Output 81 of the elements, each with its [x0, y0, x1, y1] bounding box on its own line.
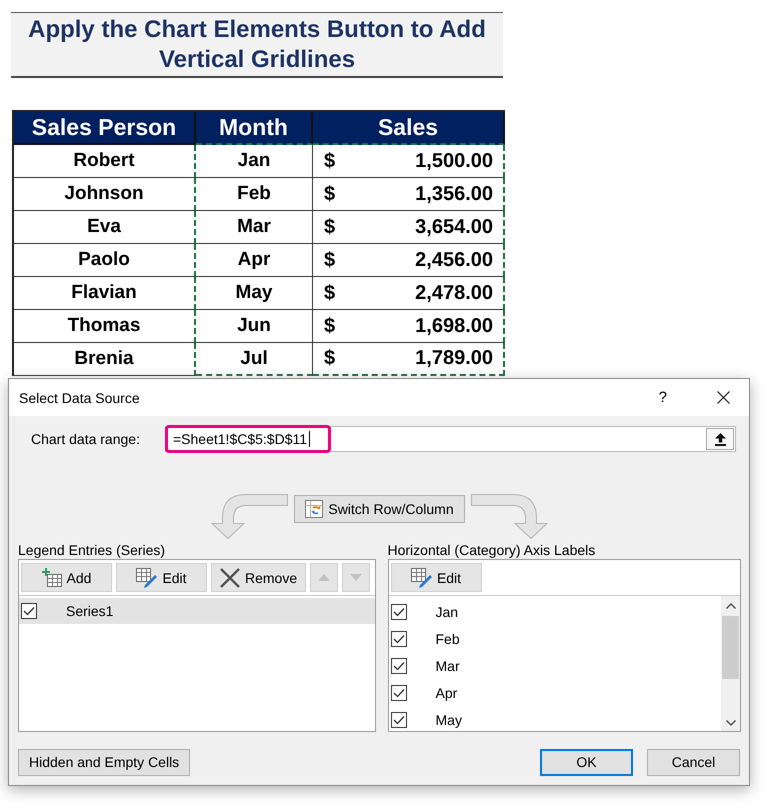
- currency-sign: $: [324, 282, 336, 304]
- chevron-up-icon[interactable]: [726, 603, 736, 609]
- hidden-empty-cells-button[interactable]: Hidden and Empty Cells: [18, 748, 190, 776]
- help-button[interactable]: ?: [654, 389, 671, 406]
- checkbox[interactable]: [390, 658, 406, 674]
- table-cell: Brenia: [14, 343, 196, 376]
- table-cell: Johnson: [14, 178, 196, 211]
- add-button[interactable]: Add: [21, 563, 112, 592]
- sales-amount: 3,654.00: [415, 216, 493, 238]
- item-label: Series1: [66, 603, 114, 619]
- column-header: Sales: [313, 112, 505, 145]
- remove-button[interactable]: Remove: [211, 563, 306, 592]
- triangle-up-icon: [318, 574, 330, 581]
- scrollbar-thumb[interactable]: [722, 616, 739, 679]
- cross-icon: [220, 568, 240, 588]
- scrollbar[interactable]: [721, 596, 740, 731]
- item-label: Mar: [436, 658, 460, 674]
- table-cell: Robert: [14, 145, 196, 178]
- currency-sign: $: [324, 347, 336, 370]
- range-value-text: =Sheet1!$C$5:$D$11: [173, 431, 308, 447]
- table-cell: May: [196, 277, 313, 310]
- column-header: Sales Person: [14, 112, 196, 145]
- triangle-down-icon: [350, 574, 362, 581]
- table-cell: Eva: [14, 211, 196, 244]
- currency-sign: $: [324, 248, 336, 272]
- switch-row-column-button[interactable]: Switch Row/Column: [294, 495, 465, 523]
- currency-sign: $: [324, 150, 336, 172]
- range-label: Chart data range:: [30, 431, 141, 447]
- curved-arrow-icon: [208, 493, 288, 539]
- item-label: Jan: [436, 604, 458, 620]
- item-label: May: [436, 712, 462, 728]
- arrow-up-icon: [714, 432, 726, 446]
- table-cell: Apr: [196, 244, 313, 277]
- curved-arrow-icon: [470, 493, 551, 539]
- list-item[interactable]: Series1: [19, 598, 374, 624]
- list-item[interactable]: Mar: [388, 652, 721, 679]
- sheet-title: Apply the Chart Elements Button to Add Vertical Gridlines: [11, 12, 503, 78]
- checkbox[interactable]: [21, 603, 37, 619]
- list-item[interactable]: Feb: [388, 625, 721, 652]
- section-label: Horizontal (Category) Axis Labels: [388, 541, 596, 559]
- range-input-field[interactable]: =Sheet1!$C$5:$D$11: [165, 426, 736, 452]
- collapse-dialog-button[interactable]: [706, 428, 734, 450]
- table-pencil-icon: [136, 568, 158, 588]
- column-header: Month: [196, 112, 313, 145]
- sales-amount: 2,478.00: [415, 282, 493, 304]
- checkbox[interactable]: [390, 604, 406, 620]
- chevron-down-icon[interactable]: [726, 720, 736, 726]
- table-cell: Mar: [196, 211, 313, 244]
- ok-button[interactable]: OK: [540, 748, 633, 776]
- list-item[interactable]: Jan: [388, 598, 721, 625]
- table-cell: Paolo: [14, 244, 196, 277]
- currency-sign: $: [324, 314, 336, 338]
- list-item[interactable]: May: [388, 706, 721, 733]
- currency-sign: $: [324, 182, 336, 206]
- table-cell: Jun: [196, 310, 313, 343]
- sales-amount: 1,698.00: [415, 314, 493, 338]
- table-cell: Thomas: [14, 310, 196, 343]
- checkbox[interactable]: [390, 684, 406, 700]
- table-cell: Jul: [196, 343, 313, 376]
- checkbox[interactable]: [390, 630, 406, 646]
- item-label: Apr: [436, 684, 458, 700]
- checkbox[interactable]: [390, 712, 406, 728]
- close-icon: [716, 391, 730, 404]
- sales-amount: 1,356.00: [415, 182, 493, 206]
- item-label: Feb: [436, 630, 460, 646]
- sales-amount: 1,789.00: [415, 347, 493, 370]
- table-plus-icon: [42, 568, 62, 587]
- sales-amount: 1,500.00: [415, 150, 493, 172]
- dialog-title: Select Data Source: [19, 390, 141, 406]
- table-cell: Jan: [196, 145, 313, 178]
- sales-amount: 2,456.00: [415, 248, 493, 272]
- table-arrows-icon: [305, 500, 324, 518]
- section-label: Legend Entries (Series): [18, 541, 166, 559]
- cancel-button[interactable]: Cancel: [647, 748, 740, 776]
- list-item[interactable]: Apr: [388, 679, 721, 706]
- table-cell: Flavian: [14, 277, 196, 310]
- edit-button[interactable]: Edit: [116, 563, 207, 592]
- currency-sign: $: [324, 216, 336, 238]
- table-pencil-icon: [410, 568, 432, 588]
- edit-button[interactable]: Edit: [390, 563, 482, 592]
- table-cell: Feb: [196, 178, 313, 211]
